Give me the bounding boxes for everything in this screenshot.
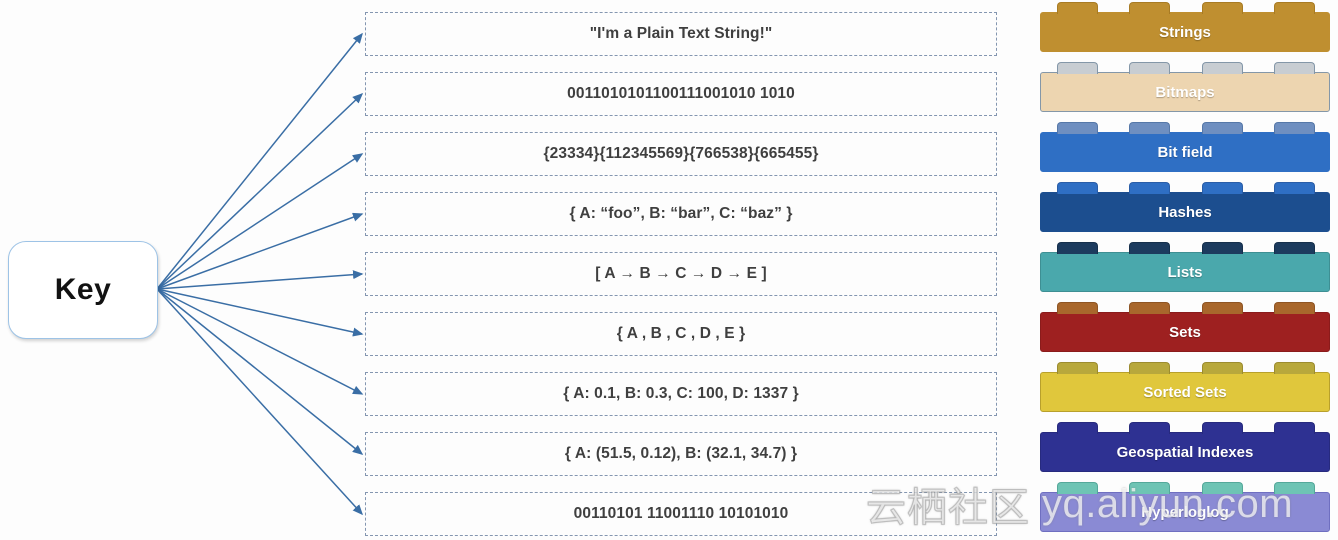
brick-label: Geospatial Indexes [1116, 443, 1254, 461]
lego-brick: Hyperloglog [1040, 482, 1330, 532]
lego-brick: Hashes [1040, 182, 1330, 232]
value-box: { A: 0.1, B: 0.3, C: 100, D: 1337 } [365, 372, 997, 416]
value-text: { A: 0.1, B: 0.3, C: 100, D: 1337 } [563, 385, 799, 402]
brick-studs [1041, 422, 1331, 434]
brick-label: Sorted Sets [1143, 383, 1227, 401]
brick-stud [1129, 362, 1171, 374]
value-box: 0011010101100111001010 1010 [365, 72, 997, 116]
brick-stud [1056, 362, 1098, 374]
brick-studs [1041, 362, 1331, 374]
value-text: { A: (51.5, 0.12), B: (32.1, 34.7) } [564, 445, 798, 462]
brick-stud [1274, 62, 1316, 74]
lego-brick: Sets [1040, 302, 1330, 352]
lego-brick: Bit field [1040, 122, 1330, 172]
brick-stud [1129, 482, 1171, 494]
brick-studs [1041, 182, 1331, 194]
value-box: "I'm a Plain Text String!" [365, 12, 997, 56]
value-text: 00110101 11001110 10101010 [573, 505, 789, 522]
lego-brick: Strings [1040, 2, 1330, 52]
brick-stud [1056, 482, 1098, 494]
key-label: Key [54, 273, 112, 306]
brick-stud [1274, 302, 1316, 314]
brick-label: Hyperloglog [1141, 503, 1229, 521]
brick-label: Bit field [1157, 143, 1213, 161]
brick-stud [1201, 122, 1243, 134]
key-node: Key [8, 241, 158, 339]
value-text: [ A → B → C → D → E ] [595, 265, 767, 282]
brick-stud [1056, 422, 1098, 434]
brick-label: Lists [1167, 263, 1203, 281]
value-box: {23334}{112345569}{766538}{665455} [365, 132, 997, 176]
brick-stud [1201, 302, 1243, 314]
lego-brick: Lists [1040, 242, 1330, 292]
brick-stud [1201, 2, 1243, 14]
brick-stud [1056, 242, 1098, 254]
brick-stud [1129, 182, 1171, 194]
brick-stud [1056, 302, 1098, 314]
value-box: { A: “foo”, B: “bar”, C: “baz” } [365, 192, 997, 236]
brick-stud [1056, 182, 1098, 194]
brick-stud [1274, 362, 1316, 374]
brick-label: Sets [1169, 323, 1201, 341]
brick-studs [1041, 62, 1331, 74]
brick-studs [1041, 242, 1331, 254]
brick-stud [1129, 2, 1171, 14]
brick-stud [1201, 182, 1243, 194]
brick-stud [1129, 422, 1171, 434]
diagram-canvas: Key "I'm a Plain Text String!" Strings 001… [0, 0, 1338, 540]
lego-brick: Sorted Sets [1040, 362, 1330, 412]
brick-studs [1041, 122, 1331, 134]
brick-stud [1056, 122, 1098, 134]
brick-stud [1201, 422, 1243, 434]
brick-studs [1041, 2, 1331, 14]
brick-stud [1129, 242, 1171, 254]
value-text: {23334}{112345569}{766538}{665455} [543, 145, 819, 162]
brick-label: Strings [1159, 23, 1211, 41]
brick-stud [1274, 422, 1316, 434]
value-box: [ A → B → C → D → E ] [365, 252, 997, 296]
brick-stud [1201, 62, 1243, 74]
brick-label: Hashes [1158, 203, 1212, 221]
brick-stud [1201, 482, 1243, 494]
value-box: { A: (51.5, 0.12), B: (32.1, 34.7) } [365, 432, 997, 476]
value-box: 00110101 11001110 10101010 [365, 492, 997, 536]
brick-studs [1041, 302, 1331, 314]
lego-brick: Bitmaps [1040, 62, 1330, 112]
brick-stud [1274, 2, 1316, 14]
brick-stud [1274, 182, 1316, 194]
brick-stud [1129, 62, 1171, 74]
brick-stud [1274, 242, 1316, 254]
lego-brick: Geospatial Indexes [1040, 422, 1330, 472]
value-text: 0011010101100111001010 1010 [567, 85, 795, 102]
brick-stud [1129, 122, 1171, 134]
value-text: { A: “foo”, B: “bar”, C: “baz” } [569, 205, 793, 222]
brick-stud [1201, 242, 1243, 254]
brick-stud [1129, 302, 1171, 314]
brick-stud [1274, 482, 1316, 494]
value-text: "I'm a Plain Text String!" [589, 25, 773, 42]
brick-stud [1201, 362, 1243, 374]
value-box: { A , B , C , D , E } [365, 312, 997, 356]
brick-stud [1274, 122, 1316, 134]
value-text: { A , B , C , D , E } [616, 325, 746, 342]
brick-studs [1041, 482, 1331, 494]
brick-stud [1056, 2, 1098, 14]
brick-stud [1056, 62, 1098, 74]
brick-label: Bitmaps [1155, 83, 1215, 101]
